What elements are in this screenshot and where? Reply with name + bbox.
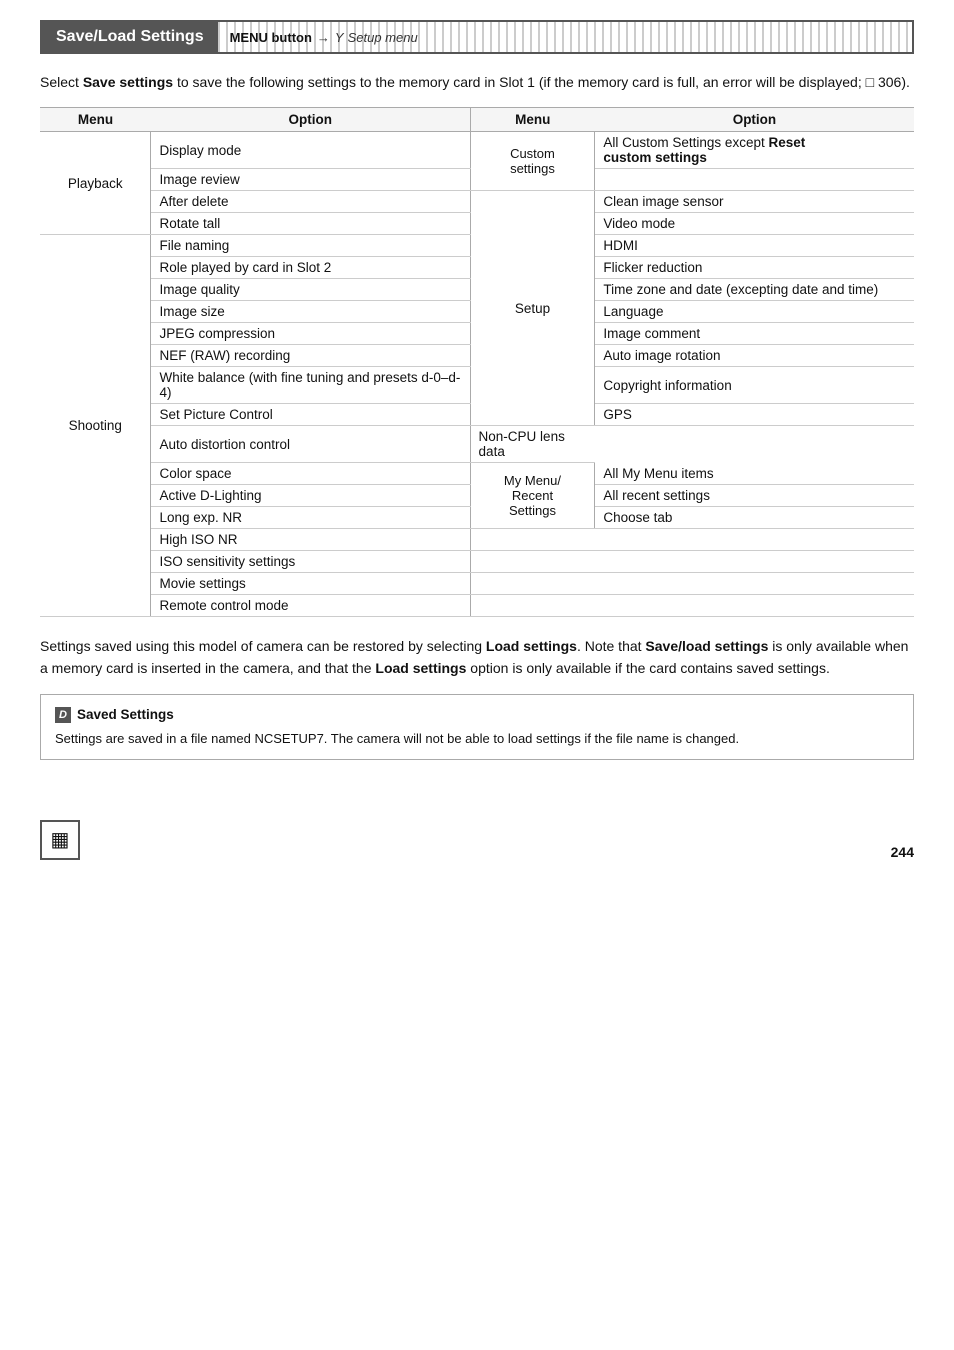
- col2-menu-header: Menu: [470, 108, 595, 132]
- note-icon: D: [55, 707, 71, 723]
- option-image-size: Image size: [151, 301, 470, 323]
- option-jpeg-compression: JPEG compression: [151, 323, 470, 345]
- col1-option-header: Option: [151, 108, 470, 132]
- option-clean-image-sensor: Clean image sensor: [595, 191, 914, 213]
- table-row: Color space My Menu/RecentSettings All M…: [40, 463, 914, 485]
- page-title: Save/Load Settings: [42, 22, 218, 52]
- page-number: 244: [891, 844, 914, 860]
- option-image-review: Image review: [151, 169, 470, 191]
- note-title-text: Saved Settings: [77, 705, 174, 725]
- option-video-mode: Video mode: [595, 213, 914, 235]
- option-rotate-tall: Rotate tall: [151, 213, 470, 235]
- header-bar: Save/Load Settings MENU button → Y Setup…: [40, 20, 914, 54]
- option-copyright: Copyright information: [595, 367, 914, 404]
- option-active-d-lighting: Active D-Lighting: [151, 485, 470, 507]
- table-row: Movie settings: [40, 573, 914, 595]
- option-image-comment: Image comment: [595, 323, 914, 345]
- load-settings-bold1: Load settings: [486, 638, 577, 654]
- settings-table: Menu Option Menu Option Playback Display…: [40, 107, 914, 617]
- option-language: Language: [595, 301, 914, 323]
- table-row: High ISO NR: [40, 529, 914, 551]
- option-remote-control-mode: Remote control mode: [151, 595, 470, 617]
- intro-text-end: ).: [901, 74, 910, 90]
- option-color-space: Color space: [151, 463, 470, 485]
- load-settings-bold2: Load settings: [375, 660, 466, 676]
- intro-text-before: Select: [40, 74, 83, 90]
- option-gps: GPS: [595, 404, 914, 426]
- footer-paragraph: Settings saved using this model of camer…: [40, 635, 914, 680]
- option-file-naming: File naming: [151, 235, 470, 257]
- table-row: Remote control mode: [40, 595, 914, 617]
- setup-icon: Y: [335, 30, 344, 45]
- option-long-exp-nr: Long exp. NR: [151, 507, 470, 529]
- intro-ref: □ 306: [866, 74, 902, 90]
- table-row: ISO sensitivity settings: [40, 551, 914, 573]
- option-display-mode: Display mode: [151, 132, 470, 169]
- table-row: Playback Display mode Customsettings All…: [40, 132, 914, 169]
- col2-option-header: Option: [595, 108, 914, 132]
- option-set-picture-control: Set Picture Control: [151, 404, 470, 426]
- menu-setup: Setup: [470, 191, 595, 426]
- option-time-zone: Time zone and date (excepting date and t…: [595, 279, 914, 301]
- arrow-icon: →: [317, 30, 330, 45]
- setup-menu-label: Setup menu: [348, 30, 418, 45]
- option-auto-distortion: Auto distortion control: [151, 426, 470, 463]
- table-row: Auto distortion control Non-CPU lens dat…: [40, 426, 914, 463]
- footer-text: Settings saved using this model of camer…: [40, 635, 914, 680]
- option-blank1: [595, 169, 914, 191]
- note-body: Settings are saved in a file named NCSET…: [55, 729, 899, 749]
- page-icon: ▦: [40, 820, 80, 860]
- note-box: D Saved Settings Settings are saved in a…: [40, 694, 914, 760]
- footer-text-end: option is only available if the card con…: [466, 660, 829, 676]
- col1-menu-header: Menu: [40, 108, 151, 132]
- page-footer: ▦ 244: [40, 820, 914, 860]
- option-movie-settings: Movie settings: [151, 573, 470, 595]
- intro-text-after: to save the following settings to the me…: [173, 74, 866, 90]
- save-load-settings-bold: Save/load settings: [645, 638, 768, 654]
- option-image-quality: Image quality: [151, 279, 470, 301]
- option-choose-tab: Choose tab: [595, 507, 914, 529]
- note-title: D Saved Settings: [55, 705, 899, 725]
- option-hdmi: HDMI: [595, 235, 914, 257]
- menu-custom-settings: Customsettings: [470, 132, 595, 191]
- table-row: After delete Setup Clean image sensor: [40, 191, 914, 213]
- footer-text-before: Settings saved using this model of camer…: [40, 638, 486, 654]
- option-after-delete: After delete: [151, 191, 470, 213]
- menu-playback: Playback: [40, 132, 151, 235]
- option-flicker-reduction: Flicker reduction: [595, 257, 914, 279]
- menu-my-menu: My Menu/RecentSettings: [470, 463, 595, 529]
- intro-paragraph: Select Save settings to save the followi…: [40, 72, 914, 93]
- menu-button-label: MENU button: [230, 30, 312, 45]
- option-high-iso-nr: High ISO NR: [151, 529, 470, 551]
- option-non-cpu-lens: Non-CPU lens data: [470, 426, 595, 463]
- option-all-my-menu: All My Menu items: [595, 463, 914, 485]
- option-custom-settings: All Custom Settings except Resetcustom s…: [595, 132, 914, 169]
- option-nef-raw: NEF (RAW) recording: [151, 345, 470, 367]
- option-auto-image-rotation: Auto image rotation: [595, 345, 914, 367]
- option-role-card: Role played by card in Slot 2: [151, 257, 470, 279]
- header-path: MENU button → Y Setup menu: [218, 22, 912, 52]
- save-settings-bold: Save settings: [83, 74, 173, 90]
- footer-text-middle: . Note that: [577, 638, 645, 654]
- option-all-recent-settings: All recent settings: [595, 485, 914, 507]
- option-iso-sensitivity: ISO sensitivity settings: [151, 551, 470, 573]
- option-white-balance: White balance (with fine tuning and pres…: [151, 367, 470, 404]
- menu-shooting: Shooting: [40, 235, 151, 617]
